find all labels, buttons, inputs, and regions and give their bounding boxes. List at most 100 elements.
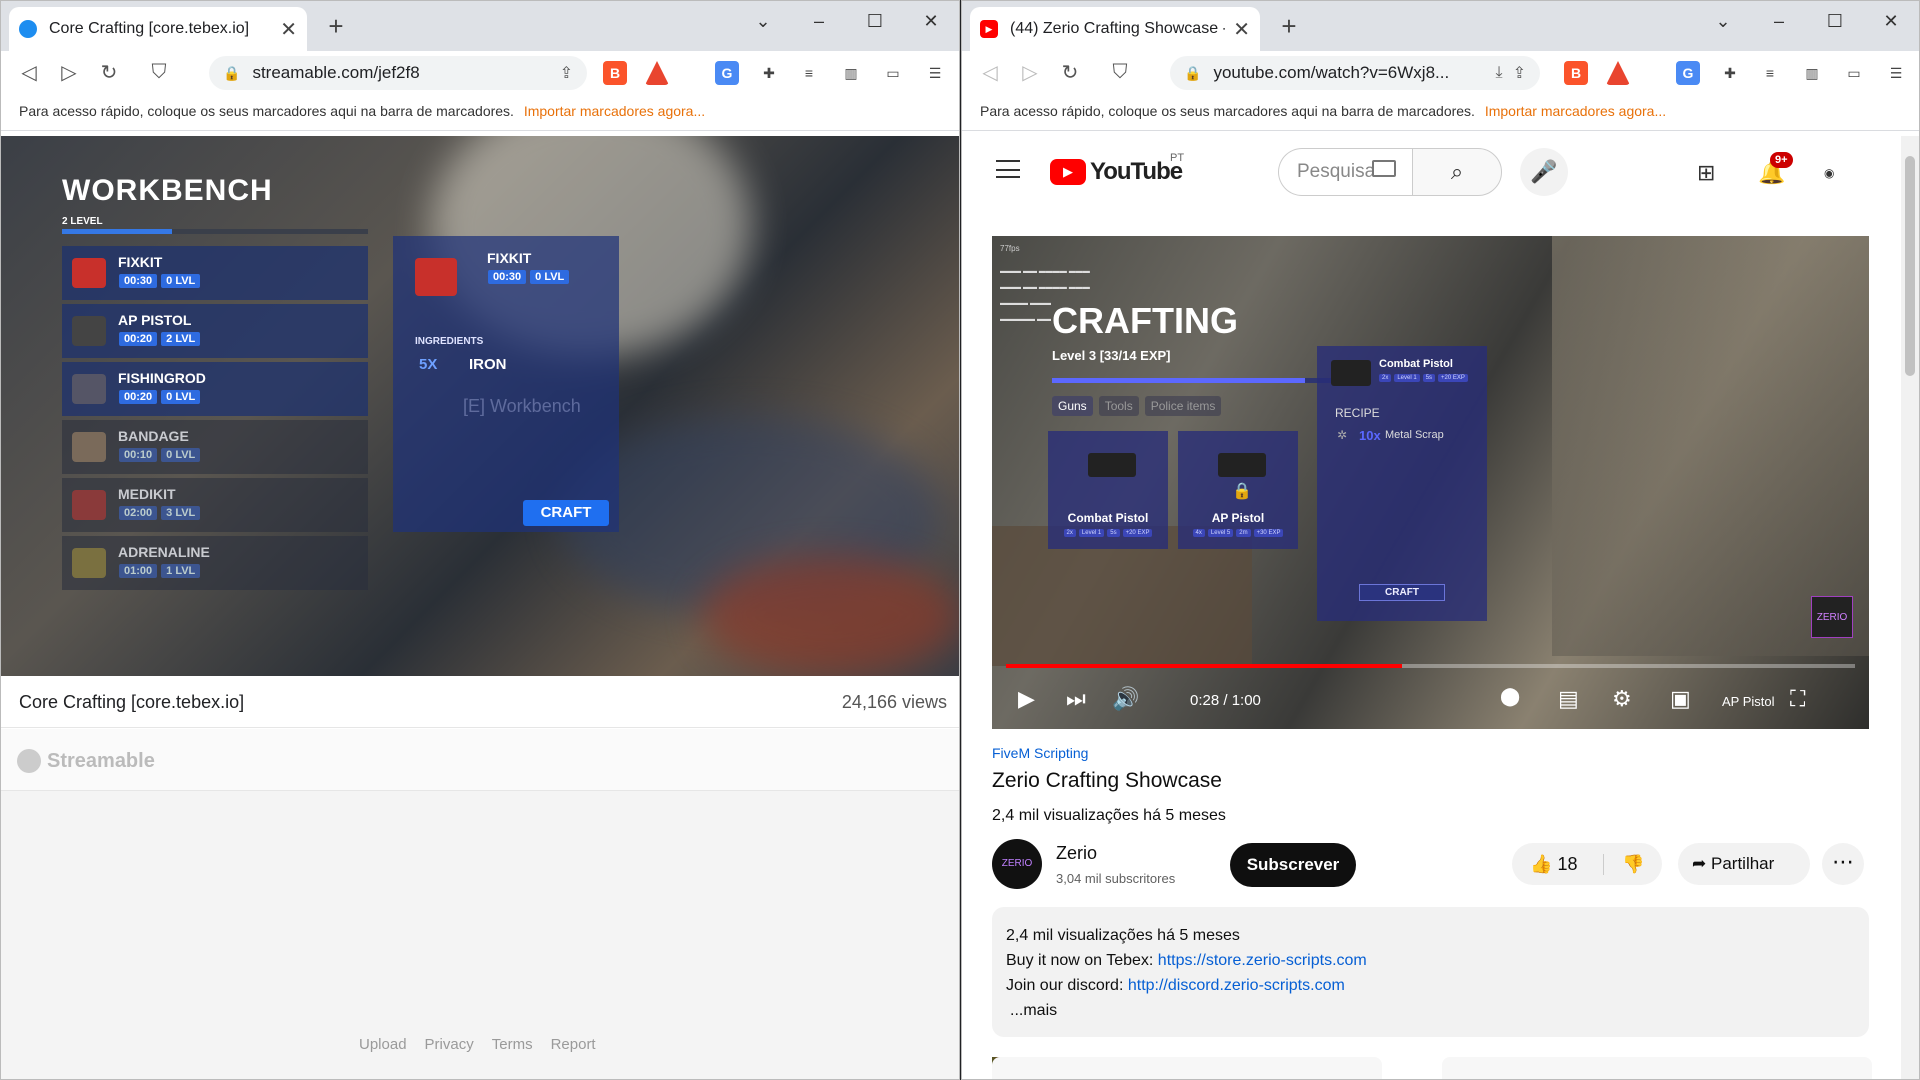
import-bookmarks-link[interactable]: Importar marcadores agora... bbox=[524, 103, 705, 119]
crafting-tabs: Guns Tools Police items bbox=[1052, 396, 1222, 416]
new-tab-button[interactable]: + bbox=[321, 11, 351, 42]
tab-youtube[interactable]: ▶ (44) Zerio Crafting Showcase - Yo ✕ bbox=[970, 7, 1260, 51]
import-bookmarks-link[interactable]: Importar marcadores agora... bbox=[1485, 103, 1666, 119]
show-more-link[interactable]: ...mais bbox=[1006, 998, 1855, 1023]
discord-link[interactable]: http://discord.zerio-scripts.com bbox=[1128, 977, 1345, 994]
forward-icon[interactable]: ▷ bbox=[49, 60, 89, 85]
minimize-icon[interactable]: – bbox=[791, 11, 847, 32]
microphone-icon[interactable]: 🎤 bbox=[1520, 148, 1568, 196]
footer-report-link[interactable]: Report bbox=[551, 1036, 596, 1053]
reload-icon[interactable]: ↻ bbox=[1050, 60, 1090, 85]
tab-search-icon[interactable]: ⌄ bbox=[735, 11, 791, 32]
workbench-item-adrenaline[interactable]: ADRENALINE 01:00 1 LVL bbox=[62, 536, 368, 590]
fullscreen-icon[interactable]: ⛶ bbox=[1790, 686, 1805, 712]
channel-tag-link[interactable]: FiveM Scripting bbox=[992, 745, 1088, 761]
tab-streamable[interactable]: Core Crafting [core.tebex.io] ✕ bbox=[9, 7, 307, 51]
back-icon[interactable]: ◁ bbox=[970, 60, 1010, 85]
workbench-item-fixkit[interactable]: FIXKIT 00:30 0 LVL bbox=[62, 246, 368, 300]
create-video-icon[interactable]: ⊞ bbox=[1697, 160, 1715, 186]
item-time: 00:30 bbox=[119, 274, 158, 288]
close-tab-icon[interactable]: ✕ bbox=[1233, 17, 1250, 42]
sidebar-icon[interactable]: ▥ bbox=[839, 61, 863, 85]
footer-terms-link[interactable]: Terms bbox=[492, 1036, 533, 1053]
craft-button[interactable]: CRAFT bbox=[1359, 584, 1445, 601]
scrollbar-thumb[interactable] bbox=[1905, 156, 1915, 376]
more-actions-icon[interactable]: ⋯ bbox=[1822, 843, 1864, 885]
new-tab-button[interactable]: + bbox=[1274, 11, 1304, 42]
media-queue-icon[interactable]: ≡ bbox=[1758, 61, 1782, 85]
wallet-icon[interactable]: ▭ bbox=[1842, 61, 1866, 85]
bookmark-icon[interactable]: ⛉ bbox=[139, 61, 179, 84]
progress-bar[interactable] bbox=[1006, 664, 1855, 668]
extensions-icon[interactable]: ✚ bbox=[1718, 61, 1742, 85]
workbench-item-medikit[interactable]: MEDIKIT 02:00 3 LVL bbox=[62, 478, 368, 532]
address-bar[interactable]: 🔒 streamable.com/jef2f8 ⇪ bbox=[209, 56, 587, 90]
share-button[interactable]: ➦ Partilhar bbox=[1678, 843, 1810, 885]
media-queue-icon[interactable]: ≡ bbox=[797, 61, 821, 85]
workbench-item-fishingrod[interactable]: FISHINGROD 00:20 0 LVL bbox=[62, 362, 368, 416]
menu-hamburger-icon[interactable] bbox=[996, 160, 1020, 178]
wallet-icon[interactable]: ▭ bbox=[881, 61, 905, 85]
ingredient-qty: 5X bbox=[419, 356, 438, 373]
install-icon[interactable]: ⤓ bbox=[1496, 64, 1503, 82]
volume-icon[interactable]: 🔊 bbox=[1112, 686, 1139, 712]
footer-upload-link[interactable]: Upload bbox=[359, 1036, 407, 1053]
workbench-item-bandage[interactable]: BANDAGE 00:10 0 LVL bbox=[62, 420, 368, 474]
description-box[interactable]: 2,4 mil visualizações há 5 meses Buy it … bbox=[992, 907, 1869, 1037]
address-bar[interactable]: 🔒 youtube.com/watch?v=6Wxj8... ⤓ ⇪ bbox=[1170, 56, 1540, 90]
brave-shield-icon[interactable]: B bbox=[1564, 61, 1588, 85]
close-tab-icon[interactable]: ✕ bbox=[280, 17, 297, 42]
share-icon[interactable]: ⇪ bbox=[560, 63, 573, 83]
card-tag: 2x bbox=[1063, 529, 1076, 537]
channel-avatar[interactable]: ZERIO bbox=[992, 839, 1042, 889]
play-icon[interactable]: ▶ bbox=[1018, 686, 1035, 712]
sidebar-icon[interactable]: ▥ bbox=[1800, 61, 1824, 85]
footer-privacy-link[interactable]: Privacy bbox=[425, 1036, 474, 1053]
tab-guns[interactable]: Guns bbox=[1052, 396, 1093, 416]
back-icon[interactable]: ◁ bbox=[9, 60, 49, 85]
translate-icon[interactable]: G bbox=[1676, 61, 1700, 85]
close-window-icon[interactable]: ✕ bbox=[903, 11, 959, 32]
brave-shield-icon[interactable]: B bbox=[603, 61, 627, 85]
translate-icon[interactable]: G bbox=[715, 61, 739, 85]
subscribe-button[interactable]: Subscrever bbox=[1230, 843, 1356, 887]
scrollbar[interactable] bbox=[1901, 136, 1919, 1079]
tab-tools[interactable]: Tools bbox=[1098, 396, 1139, 416]
forward-icon[interactable]: ▷ bbox=[1010, 60, 1050, 85]
craft-button[interactable]: CRAFT bbox=[523, 500, 609, 526]
close-window-icon[interactable]: ✕ bbox=[1863, 11, 1919, 32]
channel-name[interactable]: Zerio bbox=[1056, 843, 1097, 864]
extensions-icon[interactable]: ✚ bbox=[757, 61, 781, 85]
url-text: streamable.com/jef2f8 bbox=[252, 63, 420, 82]
card-ap-pistol[interactable]: 🔒 AP Pistol 4x Level 5 2m +30 EXP bbox=[1178, 431, 1298, 549]
autoplay-toggle-icon[interactable]: ⬤ bbox=[1500, 686, 1520, 707]
menu-icon[interactable]: ☰ bbox=[923, 61, 947, 85]
reload-icon[interactable]: ↻ bbox=[89, 60, 129, 85]
streamable-video[interactable]: WORKBENCH 2 LEVEL FIXKIT 00:30 0 LVL AP P… bbox=[1, 136, 959, 676]
menu-icon[interactable]: ☰ bbox=[1884, 61, 1908, 85]
youtube-player[interactable]: 77fps ▬▬▬ ▬▬ ▬▬▬▬ ▬▬▬ ▬▬▬ ▬▬ ▬▬▬▬ ▬▬▬ ▬▬▬▬… bbox=[992, 236, 1869, 729]
maximize-icon[interactable]: ☐ bbox=[847, 11, 903, 32]
like-button[interactable]: 👍 18 bbox=[1512, 853, 1604, 875]
search-button[interactable]: ⌕ bbox=[1412, 148, 1502, 196]
keyboard-icon[interactable] bbox=[1372, 160, 1396, 177]
share-icon[interactable]: ⇪ bbox=[1513, 63, 1526, 83]
streamable-logo[interactable]: Streamable bbox=[17, 749, 155, 773]
next-icon[interactable]: ⏭ bbox=[1066, 686, 1086, 712]
tebex-link[interactable]: https://store.zerio-scripts.com bbox=[1158, 952, 1367, 969]
settings-gear-icon[interactable]: ⚙ bbox=[1612, 686, 1632, 712]
account-avatar-icon[interactable]: ◉ bbox=[1824, 166, 1834, 180]
subtitles-icon[interactable]: ▤ bbox=[1558, 686, 1579, 712]
related-placeholder bbox=[1442, 1057, 1872, 1079]
youtube-logo[interactable]: ▶ YouTube PT bbox=[1050, 152, 1184, 186]
dislike-button[interactable]: 👎 bbox=[1604, 854, 1644, 875]
miniplayer-icon[interactable]: ▣ bbox=[1670, 686, 1691, 712]
card-combat-pistol[interactable]: Combat Pistol 2x Level 1 5s +20 EXP bbox=[1048, 431, 1168, 549]
recipe-material: Metal Scrap bbox=[1385, 429, 1444, 441]
workbench-item-ap-pistol[interactable]: AP PISTOL 00:20 2 LVL bbox=[62, 304, 368, 358]
maximize-icon[interactable]: ☐ bbox=[1807, 11, 1863, 32]
tab-search-icon[interactable]: ⌄ bbox=[1695, 11, 1751, 32]
bookmark-icon[interactable]: ⛉ bbox=[1100, 61, 1140, 84]
tab-police-items[interactable]: Police items bbox=[1144, 396, 1222, 416]
minimize-icon[interactable]: – bbox=[1751, 11, 1807, 32]
